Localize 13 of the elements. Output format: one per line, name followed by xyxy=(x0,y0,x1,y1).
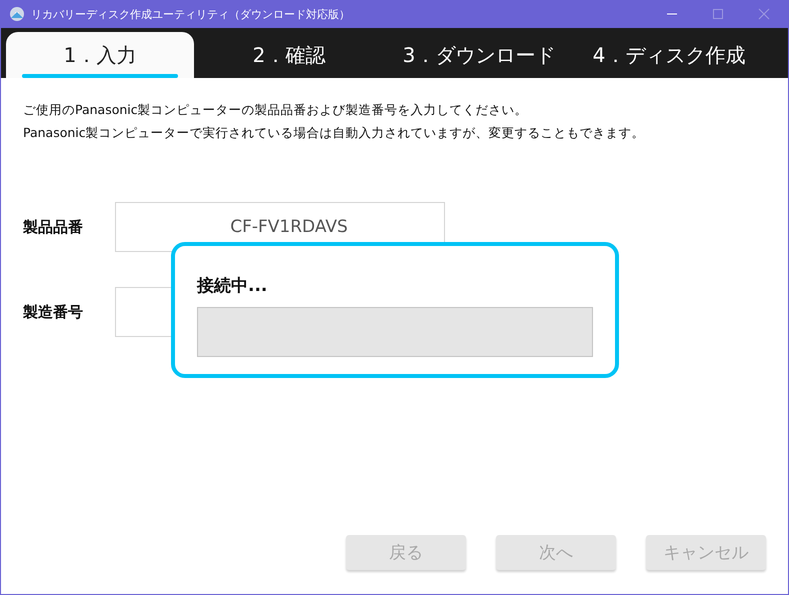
instruction-text: ご使用のPanasonic製コンピューターの製品品番および製造番号を入力してください。 xyxy=(23,101,529,119)
close-icon[interactable] xyxy=(758,8,770,20)
window-title: リカバリーディスク作成ユーティリティ（ダウンロード対応版） xyxy=(31,6,350,22)
step-tab[interactable]: 2．確認 xyxy=(194,32,384,78)
step-tab[interactable]: 1．入力 xyxy=(6,32,194,78)
field-label: 製品品番 xyxy=(23,218,84,236)
status-text: 接続中... xyxy=(197,275,268,297)
step-tab[interactable]: 4．ディスク作成 xyxy=(574,32,764,78)
maximize-icon[interactable] xyxy=(712,8,724,20)
step-tab[interactable]: 3．ダウンロード xyxy=(384,32,574,78)
field-label: 製造番号 xyxy=(23,302,84,322)
instruction-text: Panasonic製コンピューターで実行されている場合は自動入力されていますが、変更することもできます。 xyxy=(23,124,646,142)
app-icon xyxy=(9,6,25,22)
